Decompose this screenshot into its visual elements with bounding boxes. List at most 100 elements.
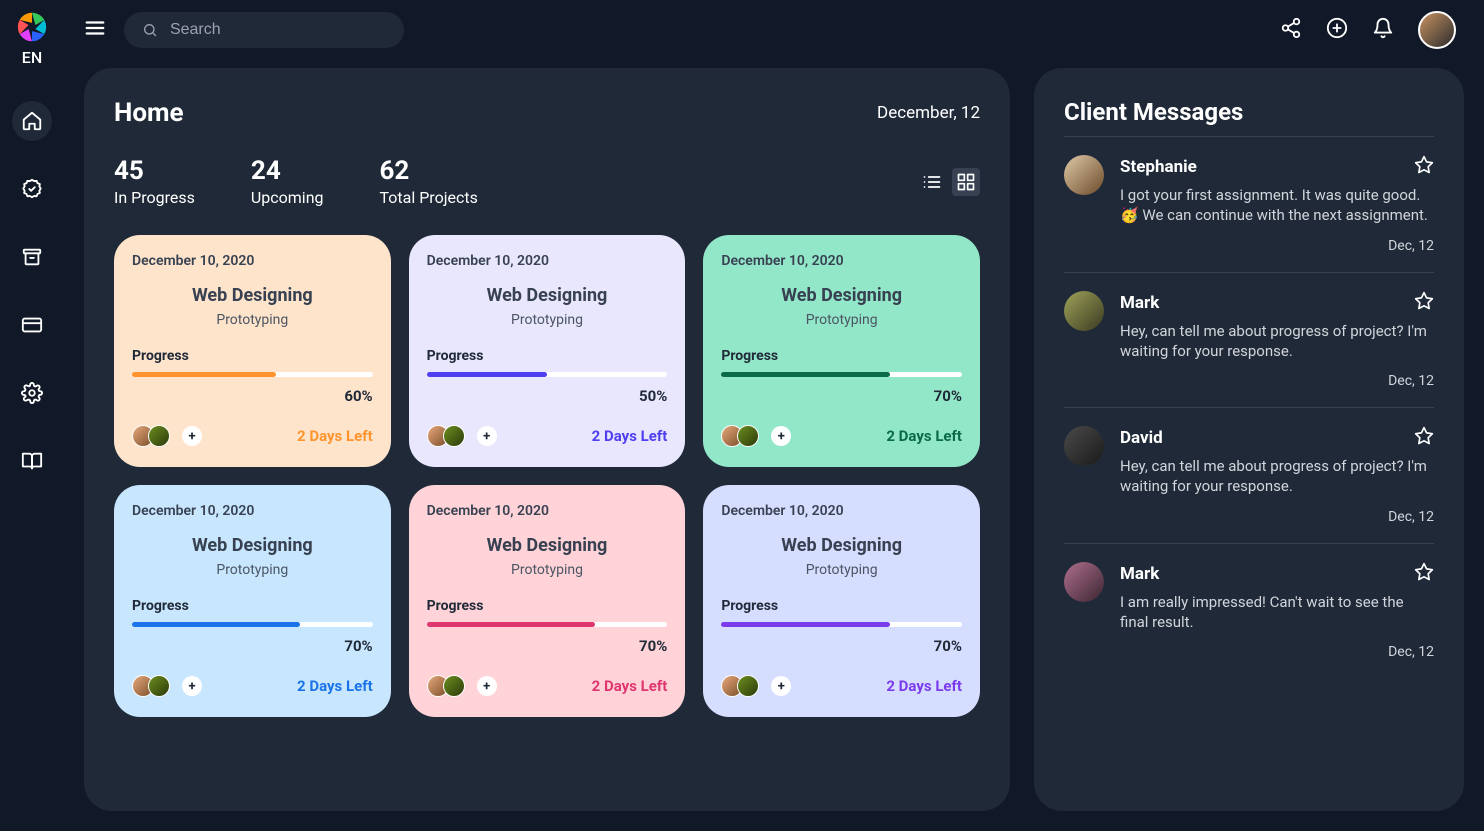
share-icon <box>1280 17 1302 39</box>
project-card[interactable]: December 10, 2020 Web Designing Prototyp… <box>409 485 686 717</box>
profile-avatar[interactable] <box>1418 11 1456 49</box>
stat-total: 62 Total Projects <box>380 156 478 207</box>
message-body: Mark Hey, can tell me about progress of … <box>1120 291 1434 390</box>
card-subtitle: Prototyping <box>721 562 962 578</box>
credit-card-icon <box>21 314 43 336</box>
card-footer: + 2 Days Left <box>427 425 668 447</box>
project-card[interactable]: December 10, 2020 Web Designing Prototyp… <box>114 235 391 467</box>
progress-bar <box>427 372 668 377</box>
message-text: I got your first assignment. It was quit… <box>1120 185 1434 226</box>
star-icon <box>1414 426 1434 446</box>
grid-view-button[interactable] <box>952 168 980 196</box>
message-item[interactable]: David Hey, can tell me about progress of… <box>1064 407 1434 543</box>
messages-panel: Client Messages Stephanie I got your fir… <box>1034 68 1464 811</box>
participant-avatar <box>443 425 465 447</box>
card-date: December 10, 2020 <box>427 253 668 269</box>
search-box[interactable] <box>124 12 404 48</box>
project-card[interactable]: December 10, 2020 Web Designing Prototyp… <box>703 485 980 717</box>
message-date: Dec, 12 <box>1120 373 1434 389</box>
progress-bar <box>721 372 962 377</box>
nav-verified[interactable] <box>12 169 52 209</box>
participant-avatar <box>148 675 170 697</box>
stat-in-progress: 45 In Progress <box>114 156 195 207</box>
logo: EN <box>15 10 49 67</box>
card-title: Web Designing <box>721 535 962 556</box>
message-date: Dec, 12 <box>1120 238 1434 254</box>
message-text: Hey, can tell me about progress of proje… <box>1120 456 1434 497</box>
progress-fill <box>427 372 547 377</box>
add-button[interactable] <box>1326 17 1348 43</box>
project-card[interactable]: December 10, 2020 Web Designing Prototyp… <box>409 235 686 467</box>
add-participant-button[interactable]: + <box>771 426 791 446</box>
star-button[interactable] <box>1414 155 1434 179</box>
list-view-button[interactable] <box>918 168 946 196</box>
projects-header: Home December, 12 <box>114 98 980 128</box>
message-avatar <box>1064 562 1104 602</box>
message-date: Dec, 12 <box>1120 644 1434 660</box>
shutter-logo-icon <box>15 10 49 44</box>
bell-icon <box>1372 17 1394 39</box>
message-item[interactable]: Mark I am really impressed! Can't wait t… <box>1064 543 1434 679</box>
nav-settings[interactable] <box>12 373 52 413</box>
nav-billing[interactable] <box>12 305 52 345</box>
progress-percent: 70% <box>721 387 962 405</box>
page-date: December, 12 <box>877 103 980 123</box>
message-item[interactable]: Mark Hey, can tell me about progress of … <box>1064 272 1434 408</box>
content-row: Home December, 12 45 In Progress 24 Upco… <box>84 68 1464 811</box>
view-toggle <box>918 168 980 196</box>
progress-percent: 60% <box>132 387 373 405</box>
nav-archive[interactable] <box>12 237 52 277</box>
progress-percent: 70% <box>132 637 373 655</box>
add-participant-button[interactable]: + <box>182 426 202 446</box>
card-subtitle: Prototyping <box>427 562 668 578</box>
add-participant-button[interactable]: + <box>477 426 497 446</box>
participant-avatar <box>737 425 759 447</box>
card-date: December 10, 2020 <box>132 503 373 519</box>
participant-avatar <box>737 675 759 697</box>
star-button[interactable] <box>1414 291 1434 315</box>
stat-label: Upcoming <box>251 188 324 207</box>
days-left: 2 Days Left <box>297 427 373 445</box>
add-participant-button[interactable]: + <box>182 676 202 696</box>
share-button[interactable] <box>1280 17 1302 43</box>
stat-value: 45 <box>114 156 195 186</box>
star-icon <box>1414 155 1434 175</box>
days-left: 2 Days Left <box>886 427 962 445</box>
card-title: Web Designing <box>427 535 668 556</box>
gear-icon <box>21 382 43 404</box>
progress-fill <box>132 622 300 627</box>
search-icon <box>142 21 158 39</box>
progress-fill <box>721 372 889 377</box>
search-input[interactable] <box>170 21 386 39</box>
message-sender: Stephanie <box>1120 157 1197 177</box>
project-card[interactable]: December 10, 2020 Web Designing Prototyp… <box>114 485 391 717</box>
progress-bar <box>427 622 668 627</box>
menu-toggle[interactable] <box>84 17 106 43</box>
participants: + <box>132 425 202 447</box>
home-icon <box>21 110 43 132</box>
add-participant-button[interactable]: + <box>771 676 791 696</box>
project-card[interactable]: December 10, 2020 Web Designing Prototyp… <box>703 235 980 467</box>
card-date: December 10, 2020 <box>132 253 373 269</box>
star-button[interactable] <box>1414 426 1434 450</box>
progress-fill <box>132 372 276 377</box>
star-button[interactable] <box>1414 562 1434 586</box>
nav-home[interactable] <box>12 101 52 141</box>
card-subtitle: Prototyping <box>132 562 373 578</box>
message-body: Mark I am really impressed! Can't wait t… <box>1120 562 1434 661</box>
days-left: 2 Days Left <box>592 677 668 695</box>
nav-docs[interactable] <box>12 441 52 481</box>
message-sender: David <box>1120 428 1163 448</box>
message-item[interactable]: Stephanie I got your first assignment. I… <box>1064 136 1434 272</box>
add-participant-button[interactable]: + <box>477 676 497 696</box>
message-sender: Mark <box>1120 564 1159 584</box>
notifications-button[interactable] <box>1372 17 1394 43</box>
card-title: Web Designing <box>132 285 373 306</box>
progress-label: Progress <box>427 598 668 614</box>
participants: + <box>427 425 497 447</box>
progress-percent: 50% <box>427 387 668 405</box>
participant-avatar <box>148 425 170 447</box>
card-date: December 10, 2020 <box>721 503 962 519</box>
list-icon <box>922 172 942 192</box>
messages-list: Stephanie I got your first assignment. I… <box>1064 136 1434 678</box>
